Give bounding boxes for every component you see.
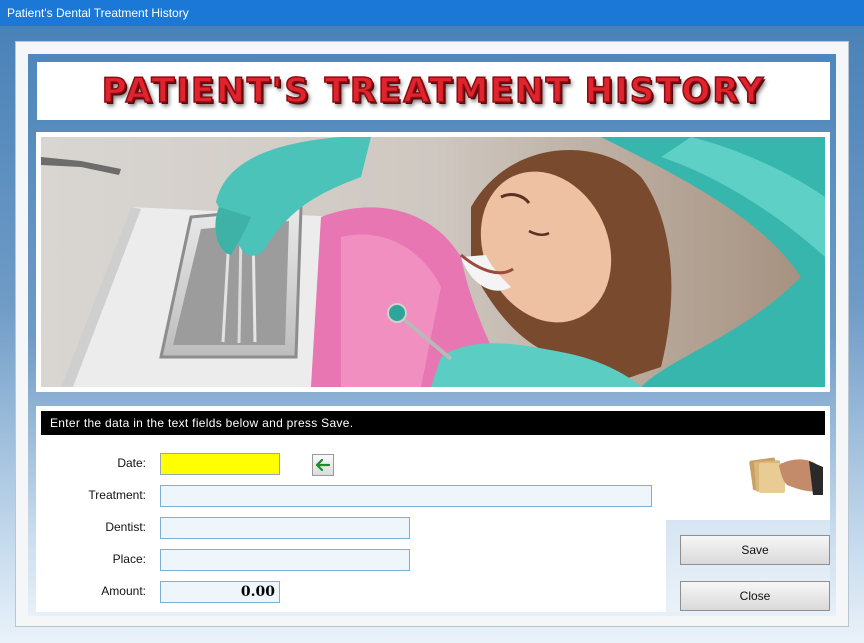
dentist-field[interactable] (160, 517, 410, 539)
today-button[interactable] (312, 454, 334, 476)
treatment-label: Treatment: (88, 488, 146, 502)
hand-with-banknotes-icon (749, 457, 823, 495)
form-area: Enter the data in the text fields below … (36, 406, 830, 612)
instruction-bar: Enter the data in the text fields below … (41, 411, 825, 435)
outer-frame: PATIENT'S TREATMENT HISTORY Enter the da… (15, 41, 849, 627)
window-title: Patient's Dental Treatment History (7, 6, 189, 20)
window-body: PATIENT'S TREATMENT HISTORY Enter the da… (0, 26, 864, 643)
date-field[interactable] (160, 453, 280, 475)
dental-patient-photo (41, 137, 825, 387)
treatment-field[interactable] (160, 485, 652, 507)
button-panel: Save Close (666, 520, 830, 612)
date-label: Date: (117, 456, 146, 470)
place-field[interactable] (160, 549, 410, 571)
dentist-label: Dentist: (105, 520, 146, 534)
green-left-arrow-icon (316, 459, 330, 471)
banner: PATIENT'S TREATMENT HISTORY (37, 62, 830, 120)
amount-label: Amount: (101, 584, 146, 598)
window-titlebar[interactable]: Patient's Dental Treatment History (0, 0, 864, 26)
close-button[interactable]: Close (680, 581, 830, 611)
save-button[interactable]: Save (680, 535, 830, 565)
photo-frame (36, 132, 830, 392)
amount-field[interactable] (160, 581, 280, 603)
banner-title: PATIENT'S TREATMENT HISTORY (101, 70, 766, 112)
place-label: Place: (112, 552, 146, 566)
inner-panel: PATIENT'S TREATMENT HISTORY Enter the da… (28, 54, 836, 616)
